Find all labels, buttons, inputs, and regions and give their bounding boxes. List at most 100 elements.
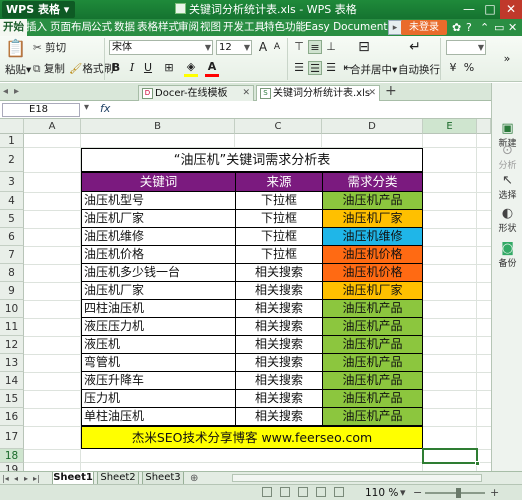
row-header-9[interactable]: 9 bbox=[0, 282, 24, 300]
category-cell[interactable]: 油压机维修 bbox=[323, 228, 423, 246]
tab-nav-right-icon[interactable]: ▸ bbox=[14, 86, 19, 97]
category-cell[interactable]: 油压机价格 bbox=[323, 264, 423, 282]
keyword-cell[interactable]: 弯管机 bbox=[82, 354, 236, 372]
menu-data[interactable]: 数据 bbox=[114, 19, 135, 36]
keyword-cell[interactable]: 液压升降车 bbox=[82, 372, 236, 390]
source-cell[interactable]: 相关搜索 bbox=[236, 318, 323, 336]
grow-font-icon[interactable]: A bbox=[256, 40, 270, 54]
zoom-slider-knob[interactable] bbox=[456, 488, 461, 498]
header-source[interactable]: 来源 bbox=[236, 173, 323, 192]
source-cell[interactable]: 相关搜索 bbox=[236, 336, 323, 354]
menu-easy-document[interactable]: Easy Document Crea bbox=[305, 19, 389, 36]
currency-icon[interactable]: ¥ bbox=[446, 61, 460, 75]
row-header-3[interactable]: 3 bbox=[0, 172, 24, 192]
menu-home[interactable]: 开始 bbox=[0, 19, 27, 36]
row-header-11[interactable]: 11 bbox=[0, 318, 24, 336]
row-header-13[interactable]: 13 bbox=[0, 354, 24, 372]
source-cell[interactable]: 相关搜索 bbox=[236, 282, 323, 300]
keyword-cell[interactable]: 油压机厂家 bbox=[82, 210, 236, 228]
source-cell[interactable]: 相关搜索 bbox=[236, 264, 323, 282]
menu-page-layout[interactable]: 页面布局 bbox=[50, 19, 92, 36]
keyword-cell[interactable]: 压力机 bbox=[82, 390, 236, 408]
full-screen-view-icon[interactable] bbox=[334, 487, 344, 497]
row-header-10[interactable]: 10 bbox=[0, 300, 24, 318]
row-header-16[interactable]: 16 bbox=[0, 408, 24, 426]
maximize-button[interactable]: □ bbox=[479, 0, 501, 19]
column-header-b[interactable]: B bbox=[81, 119, 235, 134]
select-all-corner[interactable] bbox=[0, 119, 24, 134]
source-cell[interactable]: 下拉框 bbox=[236, 210, 323, 228]
name-box-chevron-down-icon[interactable]: ▾ bbox=[84, 102, 89, 113]
sidebar-item-select[interactable]: ↖ 选择 bbox=[492, 173, 522, 201]
source-cell[interactable]: 相关搜索 bbox=[236, 354, 323, 372]
format-painter-button[interactable]: 🖌格式刷 bbox=[69, 61, 114, 76]
close-tab-icon[interactable]: ✕ bbox=[242, 86, 250, 101]
keyword-cell[interactable]: 液压压力机 bbox=[82, 318, 236, 336]
keyword-cell[interactable]: 油压机型号 bbox=[82, 192, 236, 210]
cut-button[interactable]: ✂ 剪切 bbox=[33, 40, 66, 55]
page-layout-view-icon[interactable] bbox=[280, 487, 290, 497]
normal-view-icon[interactable] bbox=[262, 487, 272, 497]
menu-formulas[interactable]: 公式 bbox=[91, 19, 112, 36]
menu-developer[interactable]: 开发工具 bbox=[223, 19, 265, 36]
keyword-cell[interactable]: 液压机 bbox=[82, 336, 236, 354]
underline-button[interactable]: U bbox=[141, 61, 155, 75]
category-cell[interactable]: 油压机产品 bbox=[323, 336, 423, 354]
row-header-1[interactable]: 1 bbox=[0, 134, 24, 148]
tab-nav-left-icon[interactable]: ◂ bbox=[3, 86, 8, 97]
selected-cell-e18[interactable] bbox=[422, 448, 480, 466]
border-icon[interactable]: ⊞ bbox=[162, 61, 176, 75]
merge-center-button[interactable]: 合并居中▾ bbox=[350, 62, 397, 77]
zoom-dropdown-chevron-down-icon[interactable]: ▾ bbox=[400, 487, 406, 499]
menu-view[interactable]: 视图 bbox=[200, 19, 221, 36]
bold-button[interactable]: B bbox=[109, 61, 123, 75]
align-bottom-icon[interactable]: ⊥ bbox=[324, 40, 338, 54]
align-top-icon[interactable]: ⊤ bbox=[292, 40, 306, 54]
category-cell[interactable]: 油压机产品 bbox=[323, 372, 423, 390]
number-format-select[interactable]: ▼ bbox=[446, 40, 486, 55]
source-cell[interactable]: 下拉框 bbox=[236, 192, 323, 210]
align-left-icon[interactable]: ☰ bbox=[292, 61, 306, 75]
menu-features[interactable]: 特色功能 bbox=[264, 19, 306, 36]
category-cell[interactable]: 油压机产品 bbox=[323, 300, 423, 318]
menu-review[interactable]: 审阅 bbox=[178, 19, 199, 36]
align-middle-icon[interactable]: ≡ bbox=[308, 40, 322, 54]
header-keyword[interactable]: 关键词 bbox=[82, 173, 236, 192]
percent-icon[interactable]: % bbox=[462, 61, 476, 75]
italic-button[interactable]: I bbox=[125, 61, 139, 75]
reading-view-icon[interactable] bbox=[316, 487, 326, 497]
font-color-button[interactable]: A bbox=[205, 60, 219, 74]
font-name-select[interactable]: 宋体 ▼ bbox=[109, 40, 213, 55]
function-button[interactable]: fx bbox=[100, 102, 110, 115]
source-cell[interactable]: 下拉框 bbox=[236, 228, 323, 246]
keyword-cell[interactable]: 油压机维修 bbox=[82, 228, 236, 246]
source-cell[interactable]: 相关搜索 bbox=[236, 408, 323, 426]
close-tab-icon[interactable]: ✕ bbox=[368, 86, 376, 101]
category-cell[interactable]: 油压机产品 bbox=[323, 408, 423, 426]
category-cell[interactable]: 油压机产品 bbox=[323, 192, 423, 210]
column-header-f[interactable] bbox=[477, 119, 491, 134]
row-header-17[interactable]: 17 bbox=[0, 426, 24, 449]
row-header-12[interactable]: 12 bbox=[0, 336, 24, 354]
zoom-level[interactable]: 110 % bbox=[365, 486, 398, 500]
paste-button[interactable]: 粘贴▾ bbox=[5, 62, 31, 77]
new-tab-button[interactable]: + bbox=[385, 83, 397, 99]
source-cell[interactable]: 相关搜索 bbox=[236, 300, 323, 318]
keyword-cell[interactable]: 油压机价格 bbox=[82, 246, 236, 264]
close-doc-icon[interactable]: ✕ bbox=[508, 21, 517, 34]
row-header-7[interactable]: 7 bbox=[0, 246, 24, 264]
wrap-text-button[interactable]: 自动换行 bbox=[398, 62, 440, 77]
zoom-out-button[interactable]: − bbox=[413, 487, 422, 499]
source-cell[interactable]: 相关搜索 bbox=[236, 372, 323, 390]
keyword-cell[interactable]: 单柱油压机 bbox=[82, 408, 236, 426]
column-header-a[interactable]: A bbox=[24, 119, 81, 134]
source-cell[interactable]: 下拉框 bbox=[236, 246, 323, 264]
restore-doc-icon[interactable]: ▭ bbox=[494, 21, 504, 34]
ribbon-collapse-icon[interactable]: ⌃ bbox=[480, 21, 489, 34]
horizontal-scrollbar[interactable] bbox=[232, 474, 482, 482]
skin-icon[interactable]: ✿ bbox=[452, 21, 461, 34]
align-center-icon[interactable]: ☰ bbox=[308, 61, 322, 75]
keyword-cell[interactable]: 四柱油压机 bbox=[82, 300, 236, 318]
formula-input[interactable] bbox=[118, 103, 488, 117]
column-header-d[interactable]: D bbox=[322, 119, 423, 134]
